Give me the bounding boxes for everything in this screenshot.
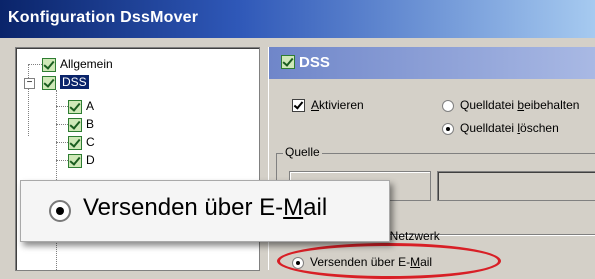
radio-selected-icon xyxy=(49,200,71,222)
window-title: Konfiguration DssMover xyxy=(8,9,199,26)
keep-source-radio[interactable]: Quelldatei beibehalten xyxy=(442,98,579,112)
tree-item-d[interactable]: D xyxy=(68,152,95,169)
delete-source-label: Quelldatei löschen xyxy=(460,121,559,135)
source-group-label: Quelle xyxy=(283,145,322,159)
tree-item-allgemein[interactable]: Allgemein xyxy=(42,56,113,73)
collapse-toggle-icon[interactable]: − xyxy=(24,78,35,89)
panel-title: DSS xyxy=(299,54,330,71)
tree-item-label: A xyxy=(86,99,95,113)
tree-item-b[interactable]: B xyxy=(68,116,94,133)
checkbox-checked-icon xyxy=(292,99,305,113)
tree-item-label: DSS xyxy=(60,75,89,89)
activate-checkbox[interactable]: Aktivieren xyxy=(292,98,364,113)
tree-item-a[interactable]: A xyxy=(68,98,94,115)
tree-connector xyxy=(56,106,68,107)
zoom-email-label: Versenden über E-Mail xyxy=(83,194,328,221)
tree-connector xyxy=(56,142,68,143)
radio-selected-icon xyxy=(442,122,454,135)
tree-item-label: D xyxy=(86,153,95,167)
panel-header: DSS xyxy=(269,47,595,79)
tree-item-label: C xyxy=(86,135,95,149)
checkbox-checked-icon xyxy=(42,75,56,90)
tree-connector xyxy=(56,160,68,161)
title-bar: Konfiguration DssMover xyxy=(0,0,595,38)
tree-item-label: B xyxy=(86,117,95,131)
checkbox-checked-icon xyxy=(68,99,82,114)
tree-item-label: Allgemein xyxy=(60,57,113,71)
checkbox-checked-icon xyxy=(68,117,82,132)
tree-connector xyxy=(56,124,68,125)
highlight-ellipse xyxy=(277,243,501,279)
checkbox-checked-icon xyxy=(68,153,82,168)
activate-label: Aktivieren xyxy=(311,98,364,112)
tree-item-c[interactable]: C xyxy=(68,134,95,151)
zoom-callout: Versenden über E-Mail xyxy=(20,180,390,242)
delete-source-radio[interactable]: Quelldatei löschen xyxy=(442,121,559,135)
checkbox-checked-icon xyxy=(42,57,56,72)
keep-source-label: Quelldatei beibehalten xyxy=(460,98,580,112)
tree-connector xyxy=(28,64,29,136)
source-path-field[interactable] xyxy=(437,171,595,201)
checkbox-checked-icon xyxy=(68,135,82,150)
checkbox-checked-icon xyxy=(281,55,295,69)
tree-item-dss[interactable]: DSS xyxy=(42,74,89,91)
radio-unselected-icon xyxy=(442,99,454,112)
